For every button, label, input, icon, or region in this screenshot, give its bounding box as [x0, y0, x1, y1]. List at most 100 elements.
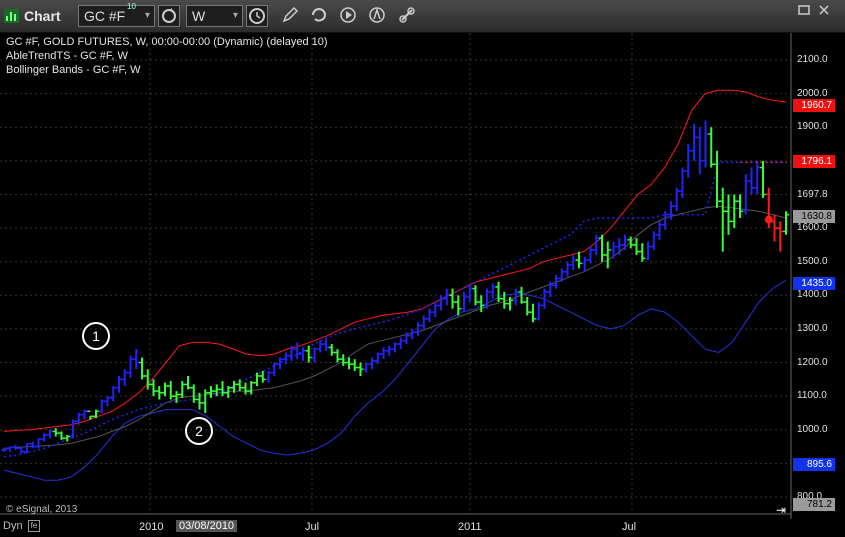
price-tick-label: 1900.0: [797, 121, 828, 133]
ohlc-bar: [742, 174, 749, 215]
ohlc-bar: [731, 194, 738, 229]
annotation-marker-1: 1: [82, 322, 110, 350]
ohlc-bar: [708, 127, 715, 168]
ohlc-bar: [392, 342, 398, 353]
ohlc-bar: [535, 302, 542, 321]
upper-band-tag: 1960.7: [793, 99, 835, 112]
chart-toolbar: Chart GC #F 10 ▾ W ▾: [0, 0, 845, 33]
ohlc-bar: [564, 261, 571, 277]
ohlc-bar: [627, 236, 634, 249]
ohlc-bar: [696, 127, 703, 175]
ohlc-bar: [633, 238, 640, 255]
chevron-down-icon[interactable]: ▾: [145, 10, 150, 21]
lower-band-tag: 1435.0: [793, 277, 835, 290]
price-tick-label: 1300.0: [797, 322, 828, 334]
ohlc-bar: [432, 302, 439, 318]
scroll-right-icon[interactable]: ⇥: [776, 503, 786, 517]
link-icon: [399, 7, 415, 23]
ohlc-bar: [208, 386, 214, 398]
price-tick-label: 1200.0: [797, 356, 828, 368]
draw-button[interactable]: [280, 5, 302, 27]
ohlc-bar: [150, 379, 157, 397]
study-header-abletrend: AbleTrendTS - GC #F, W: [6, 50, 128, 62]
ohlc-bar: [587, 246, 594, 264]
ohlc-bar: [386, 345, 393, 356]
chevron-down-icon[interactable]: ▾: [233, 10, 238, 21]
ohlc-bar: [70, 419, 76, 439]
ohlc-bar: [610, 241, 617, 259]
ohlc-bar: [52, 428, 59, 437]
ohlc-bar: [162, 382, 168, 397]
ohlc-bar: [127, 355, 134, 378]
play-icon: [340, 7, 356, 23]
ohlc-bar: [673, 187, 680, 212]
formula-icon[interactable]: fe: [28, 520, 40, 532]
ohlc-bar: [167, 381, 174, 400]
ohlc-bar: [397, 337, 404, 350]
clock-button[interactable]: [246, 5, 268, 27]
cycle-button[interactable]: [309, 5, 331, 27]
ohlc-bar: [645, 241, 651, 261]
ohlc-bar: [593, 234, 600, 255]
ohlc-bar: [271, 362, 278, 376]
pencil-icon: [282, 6, 299, 23]
lower-band-line: [3, 279, 787, 481]
ohlc-bar: [81, 409, 88, 420]
ohlc-bar: [783, 211, 789, 235]
maximize-button[interactable]: [797, 3, 811, 15]
ohlc-bar: [725, 194, 732, 235]
ohlc-bar: [426, 308, 433, 323]
ohlc-bar: [98, 399, 105, 413]
ohlc-bar: [691, 123, 697, 161]
ohlc-bar: [47, 429, 53, 439]
price-bars: [1, 120, 791, 454]
ohlc-bar: [346, 357, 352, 370]
ohlc-bar: [202, 389, 209, 413]
ohlc-bar: [288, 345, 295, 361]
play-button[interactable]: [338, 5, 360, 27]
ohlc-bar: [340, 354, 347, 366]
cycle-icon: [312, 8, 326, 22]
time-label-2011: 2011: [458, 521, 482, 533]
ohlc-bar: [576, 251, 582, 269]
clock-icon: [249, 8, 265, 24]
close-button[interactable]: [817, 3, 831, 15]
link-button[interactable]: [397, 5, 419, 27]
ohlc-bar: [714, 150, 720, 208]
alert-button[interactable]: [367, 5, 389, 27]
ohlc-bar: [357, 362, 364, 376]
price-tick-label: 1500.0: [797, 255, 828, 267]
ohlc-bar: [294, 342, 301, 360]
interval-value: W: [192, 8, 206, 24]
close-icon: [819, 5, 829, 15]
dynamic-indicator[interactable]: Dyn: [3, 520, 23, 532]
symbol-combo[interactable]: GC #F 10 ▾: [78, 2, 155, 27]
price-chart[interactable]: [0, 33, 845, 519]
interval-combo[interactable]: W ▾: [186, 5, 243, 27]
ohlc-bar: [489, 283, 496, 299]
ohlc-bar: [133, 349, 140, 370]
ohlc-bar: [581, 256, 588, 272]
ohlc-bar: [35, 438, 42, 449]
price-tick-label: 1000.0: [797, 423, 828, 435]
ohlc-bar: [219, 381, 226, 397]
ohlc-bar: [41, 433, 48, 442]
refresh-button[interactable]: [158, 5, 180, 27]
ohlc-bar: [455, 295, 462, 316]
time-label-selected[interactable]: 03/08/2010: [176, 520, 238, 532]
ohlc-bar: [777, 221, 784, 252]
ohlc-bar: [466, 285, 473, 303]
ohlc-bar: [472, 285, 479, 306]
ohlc-bar: [282, 352, 289, 365]
ohlc-bar: [328, 344, 335, 356]
upper-band-line: [3, 89, 787, 432]
trend-stop-line: [3, 161, 786, 458]
ohlc-bar: [719, 187, 726, 252]
ohlc-bar: [702, 120, 709, 168]
ohlc-bar: [305, 345, 312, 363]
ohlc-bar: [139, 357, 145, 380]
ohlc-bar: [616, 238, 623, 255]
ohlc-bar: [29, 441, 36, 449]
low-price-tag: 895.6: [793, 458, 835, 471]
price-tick-label: 2100.0: [797, 54, 828, 65]
